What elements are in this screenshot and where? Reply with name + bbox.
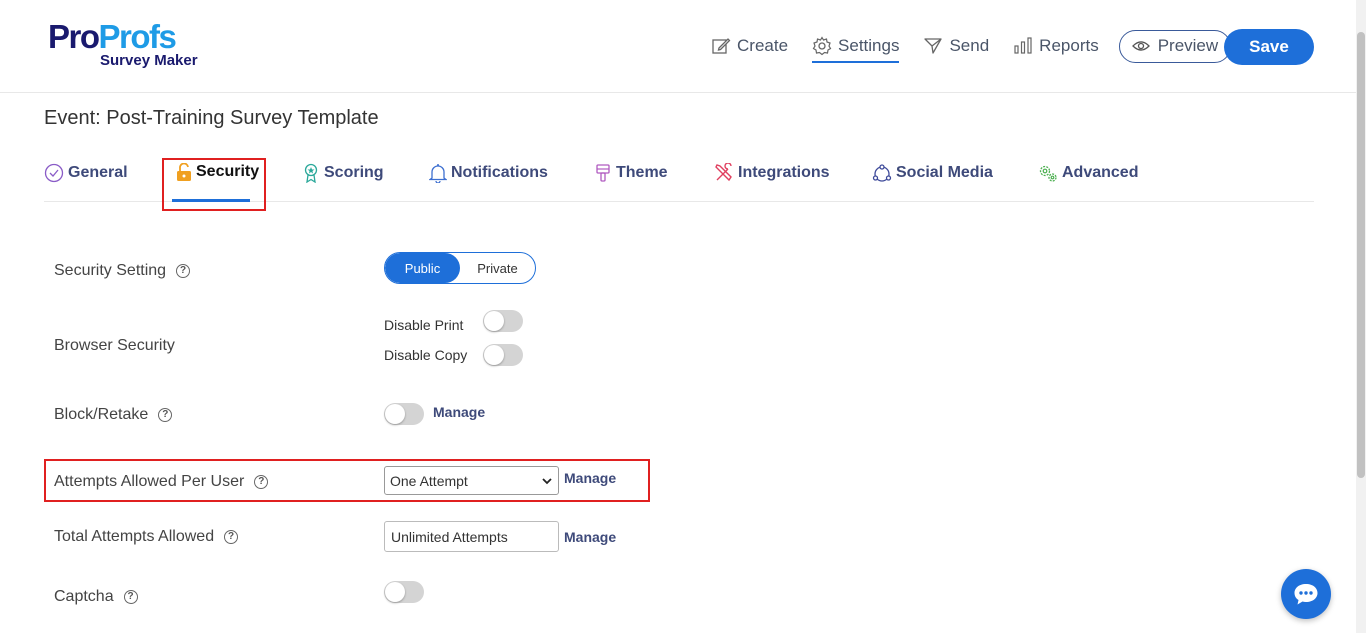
captcha-toggle[interactable] xyxy=(384,581,424,603)
tab-advanced[interactable]: Advanced xyxy=(1038,163,1138,183)
help-icon[interactable]: ? xyxy=(176,264,191,278)
public-option[interactable]: Public xyxy=(385,253,460,283)
tab-integrations[interactable]: Integrations xyxy=(714,163,830,183)
browser-security-label: Browser Security xyxy=(54,337,175,354)
tab-social-media[interactable]: Social Media xyxy=(872,163,993,183)
tab-social-media-label: Social Media xyxy=(896,164,993,181)
gear-icon xyxy=(812,36,832,56)
nav-create-label: Create xyxy=(737,36,789,55)
logo-text-profs: Profs xyxy=(98,18,177,55)
tab-general[interactable]: General xyxy=(44,163,128,183)
captcha-label: Captcha ? xyxy=(54,588,138,606)
gears-icon xyxy=(1039,165,1057,182)
tab-advanced-label: Advanced xyxy=(1062,164,1139,181)
logo-subtitle: Survey Maker xyxy=(100,52,198,69)
chat-bubble-icon xyxy=(1294,584,1318,605)
nav-settings-label: Settings xyxy=(838,36,900,55)
nav-reports[interactable]: Reports xyxy=(1013,28,1099,64)
eye-icon xyxy=(1131,41,1150,51)
chevron-down-icon xyxy=(542,478,552,485)
paint-brush-icon xyxy=(596,164,610,182)
nav-settings[interactable]: Settings xyxy=(812,28,900,64)
check-circle-icon xyxy=(44,163,64,183)
help-icon[interactable]: ? xyxy=(224,530,239,544)
attempts-per-user-select[interactable]: One Attempt xyxy=(384,466,559,495)
nav-send[interactable]: Send xyxy=(923,28,989,64)
total-attempts-text: Total Attempts Allowed xyxy=(54,528,215,545)
total-attempts-input[interactable] xyxy=(384,521,559,552)
chat-support-button[interactable] xyxy=(1281,569,1331,619)
security-setting-toggle: Public Private xyxy=(384,252,536,284)
block-retake-toggle[interactable] xyxy=(384,403,424,425)
bar-chart-icon xyxy=(1014,37,1032,54)
nav-create[interactable]: Create xyxy=(711,28,788,64)
proprofs-logo[interactable]: ProProfs Survey Maker xyxy=(48,18,198,70)
tab-notifications-label: Notifications xyxy=(451,164,548,181)
tab-general-label: General xyxy=(68,164,128,181)
tools-icon xyxy=(715,163,732,182)
scrollbar-thumb[interactable] xyxy=(1357,32,1365,478)
share-icon xyxy=(872,164,892,182)
preview-button[interactable]: Preview xyxy=(1118,29,1232,63)
help-icon[interactable]: ? xyxy=(158,408,173,422)
nav-send-label: Send xyxy=(949,36,990,55)
save-button[interactable]: Save xyxy=(1224,29,1314,65)
scoring-icon xyxy=(304,163,318,183)
private-option[interactable]: Private xyxy=(460,253,535,283)
logo-text-pro: Pro xyxy=(48,18,100,55)
tab-integrations-label: Integrations xyxy=(738,164,830,181)
tab-notifications[interactable]: Notifications xyxy=(429,163,548,183)
tab-scoring[interactable]: Scoring xyxy=(302,163,384,183)
security-tab-highlight xyxy=(162,158,266,211)
block-retake-text: Block/Retake xyxy=(54,406,149,423)
security-setting-label: Security Setting ? xyxy=(54,262,191,280)
disable-print-toggle[interactable] xyxy=(483,310,523,332)
top-navigation: Create Settings Send Reports Preview xyxy=(711,28,1232,64)
bell-icon xyxy=(429,164,447,183)
block-retake-manage-link[interactable]: Manage xyxy=(433,404,485,420)
page-scrollbar[interactable] xyxy=(1356,0,1366,633)
captcha-text: Captcha xyxy=(54,588,114,605)
help-icon[interactable]: ? xyxy=(254,475,269,489)
security-setting-text: Security Setting xyxy=(54,262,167,279)
app-header: ProProfs Survey Maker Create Settings Se… xyxy=(0,0,1356,93)
nav-reports-label: Reports xyxy=(1039,36,1099,55)
attempts-per-user-value: One Attempt xyxy=(390,472,468,489)
help-icon[interactable]: ? xyxy=(123,590,138,604)
send-icon xyxy=(924,38,943,54)
disable-copy-label: Disable Copy xyxy=(384,347,468,363)
attempts-per-user-label: Attempts Allowed Per User ? xyxy=(54,473,269,491)
preview-label: Preview xyxy=(1157,36,1219,55)
total-attempts-label: Total Attempts Allowed ? xyxy=(54,528,239,546)
total-attempts-manage-link[interactable]: Manage xyxy=(564,529,616,545)
disable-print-label: Disable Print xyxy=(384,317,464,333)
disable-copy-toggle[interactable] xyxy=(483,344,523,366)
tab-theme[interactable]: Theme xyxy=(594,163,668,183)
tab-theme-label: Theme xyxy=(616,164,668,181)
attempts-per-user-manage-link[interactable]: Manage xyxy=(564,470,616,486)
edit-icon xyxy=(712,38,731,54)
page-title: Event: Post-Training Survey Template xyxy=(44,107,379,129)
block-retake-label: Block/Retake ? xyxy=(54,406,173,424)
tab-scoring-label: Scoring xyxy=(324,164,384,181)
attempts-per-user-text: Attempts Allowed Per User xyxy=(54,473,245,490)
